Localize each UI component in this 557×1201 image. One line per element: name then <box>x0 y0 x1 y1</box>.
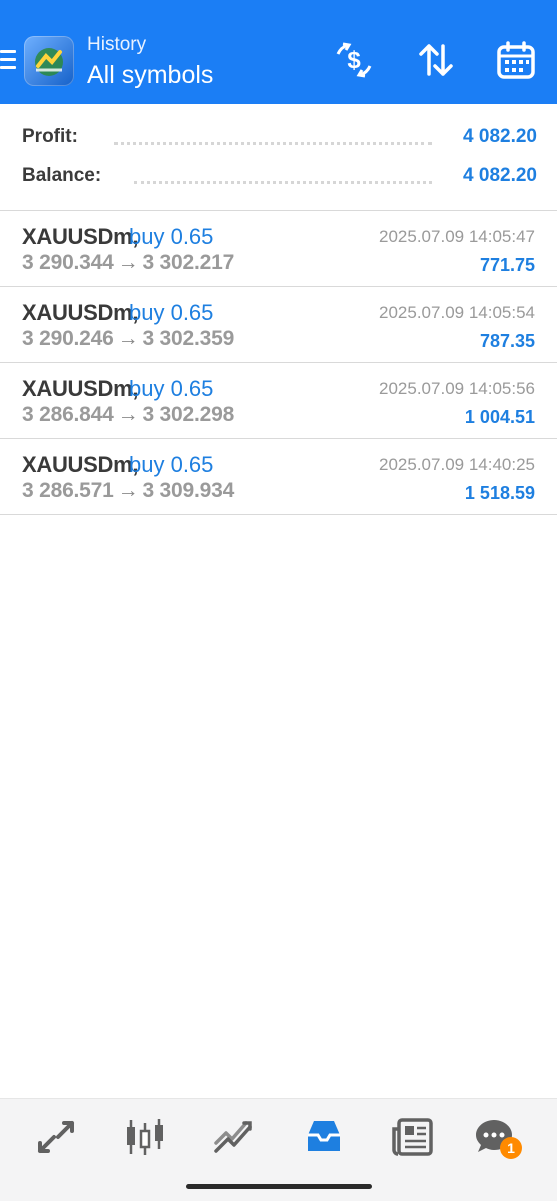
deal-profit: 787.35 <box>479 331 535 351</box>
arrow-icon: → <box>117 327 139 350</box>
quotes-icon[interactable] <box>34 1117 78 1157</box>
deal-row[interactable]: XAUUSDm, buy 0.65 3 286.844 → 3 302.298 20… <box>0 363 557 439</box>
profit-row: Profit: 4 082.20 <box>22 126 537 156</box>
top-app-bar: History All symbols $ <box>0 0 557 104</box>
open-price: 3 286.571 <box>22 479 114 502</box>
calendar-icon[interactable] <box>496 40 536 80</box>
deal-direction: buy 0.65 <box>129 300 214 325</box>
news-icon[interactable] <box>390 1117 434 1157</box>
dotted-leader <box>114 142 432 145</box>
deal-profit: 771.75 <box>479 255 535 275</box>
deal-time: 2025.07.09 14:05:56 <box>379 379 535 398</box>
deal-time: 2025.07.09 14:05:54 <box>379 303 535 322</box>
deal-symbol: XAUUSDm, <box>22 452 139 477</box>
balance-label: Balance: <box>22 165 102 186</box>
dotted-leader <box>134 181 432 184</box>
deal-prices: 3 286.844 → 3 302.298 <box>22 403 234 427</box>
home-indicator[interactable] <box>186 1184 372 1189</box>
close-price: 3 302.359 <box>142 327 235 350</box>
open-price: 3 290.344 <box>22 251 114 274</box>
deal-time: 2025.07.09 14:40:25 <box>379 455 535 474</box>
deal-direction: buy 0.65 <box>129 376 214 401</box>
open-price: 3 290.246 <box>22 327 114 350</box>
sort-icon[interactable] <box>416 40 456 80</box>
deal-time: 2025.07.09 14:05:47 <box>379 227 535 246</box>
profit-label: Profit: <box>22 126 78 147</box>
close-price: 3 309.934 <box>142 479 235 502</box>
deal-direction: buy 0.65 <box>129 452 214 477</box>
open-price: 3 286.844 <box>22 403 114 426</box>
balance-row: Balance: 4 082.20 <box>22 165 537 195</box>
deal-row[interactable]: XAUUSDm, buy 0.65 3 290.344 → 3 302.217 20… <box>0 211 557 287</box>
deposit-withdraw-icon[interactable]: $ <box>334 40 374 80</box>
deal-profit: 1 518.59 <box>464 483 535 503</box>
close-price: 3 302.298 <box>142 403 235 426</box>
chart-icon[interactable] <box>123 1117 167 1157</box>
trade-icon[interactable] <box>212 1117 256 1157</box>
notification-badge: 1 <box>500 1137 522 1159</box>
deal-row[interactable]: XAUUSDm, buy 0.65 3 290.246 → 3 302.359 20… <box>0 287 557 363</box>
app-logo <box>24 36 74 86</box>
balance-value: 4 082.20 <box>463 165 537 186</box>
arrow-icon: → <box>117 479 139 502</box>
deal-symbol: XAUUSDm, <box>22 300 139 325</box>
menu-icon[interactable] <box>0 50 16 72</box>
close-price: 3 302.217 <box>142 251 235 274</box>
arrow-icon: → <box>117 251 139 274</box>
history-icon[interactable] <box>302 1117 346 1157</box>
deal-prices: 3 290.344 → 3 302.217 <box>22 251 234 275</box>
svg-text:$: $ <box>347 47 361 74</box>
deal-prices: 3 290.246 → 3 302.359 <box>22 327 234 351</box>
header-title[interactable]: All symbols <box>87 61 213 90</box>
deal-direction: buy 0.65 <box>129 224 214 249</box>
history-summary: Profit: 4 082.20 Balance: 4 082.20 <box>0 104 557 211</box>
deal-prices: 3 286.571 → 3 309.934 <box>22 479 234 503</box>
profit-value: 4 082.20 <box>463 126 537 147</box>
deal-symbol: XAUUSDm, <box>22 224 139 249</box>
header-subtitle: History <box>87 34 147 55</box>
deal-row[interactable]: XAUUSDm, buy 0.65 3 286.571 → 3 309.934 20… <box>0 439 557 515</box>
deal-profit: 1 004.51 <box>464 407 535 427</box>
chat-icon[interactable]: 1 <box>474 1117 522 1159</box>
deal-symbol: XAUUSDm, <box>22 376 139 401</box>
arrow-icon: → <box>117 403 139 426</box>
